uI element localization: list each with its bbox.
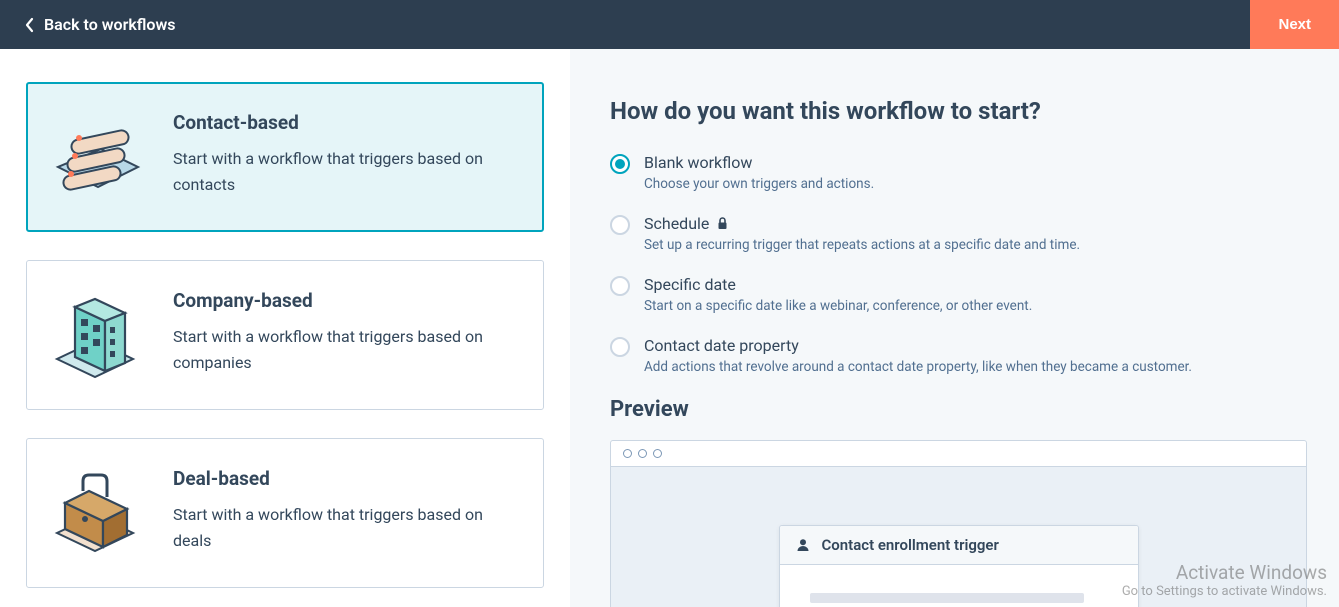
- radio-desc: Add actions that revolve around a contac…: [644, 359, 1307, 375]
- content: Contact-based Start with a workflow that…: [0, 49, 1339, 607]
- radio-body: Contact date property Add actions that r…: [644, 336, 1307, 375]
- back-to-workflows-link[interactable]: Back to workflows: [24, 15, 176, 34]
- next-button[interactable]: Next: [1250, 0, 1339, 49]
- companies-icon: [45, 289, 145, 381]
- deals-icon: [45, 467, 145, 559]
- radio-label-text: Specific date: [644, 275, 736, 294]
- card-body: Company-based Start with a workflow that…: [173, 289, 513, 375]
- option-schedule[interactable]: Schedule Set up a recurring trigger that…: [610, 214, 1307, 253]
- preview-heading: Preview: [610, 397, 1307, 422]
- card-title: Company-based: [173, 289, 513, 312]
- card-title: Deal-based: [173, 467, 513, 490]
- radio-desc: Set up a recurring trigger that repeats …: [644, 237, 1307, 253]
- radio-label: Schedule: [644, 214, 1307, 233]
- radio-label: Specific date: [644, 275, 1307, 294]
- trigger-title: Contact enrollment trigger: [822, 536, 999, 554]
- trigger-card: Contact enrollment trigger: [779, 525, 1139, 607]
- card-desc: Start with a workflow that triggers base…: [173, 146, 513, 197]
- radio-icon: [610, 337, 630, 357]
- browser-dot-icon: [638, 449, 647, 458]
- radio-label-text: Schedule: [644, 214, 709, 233]
- radio-icon: [610, 154, 630, 174]
- page-header: Back to workflows Next: [0, 0, 1339, 49]
- lock-icon: [717, 217, 728, 230]
- person-icon: [796, 538, 810, 552]
- card-desc: Start with a workflow that triggers base…: [173, 324, 513, 375]
- radio-label-text: Contact date property: [644, 336, 799, 355]
- preview-browser-dots: [611, 441, 1306, 467]
- radio-icon: [610, 215, 630, 235]
- workflow-type-list[interactable]: Contact-based Start with a workflow that…: [0, 49, 570, 607]
- option-contact-date-property[interactable]: Contact date property Add actions that r…: [610, 336, 1307, 375]
- right-panel: How do you want this workflow to start? …: [570, 49, 1339, 607]
- card-company-based[interactable]: Company-based Start with a workflow that…: [26, 260, 544, 410]
- radio-body: Blank workflow Choose your own triggers …: [644, 153, 1307, 192]
- back-label: Back to workflows: [44, 15, 176, 34]
- card-contact-based[interactable]: Contact-based Start with a workflow that…: [26, 82, 544, 232]
- option-specific-date[interactable]: Specific date Start on a specific date l…: [610, 275, 1307, 314]
- trigger-card-body: [780, 565, 1138, 607]
- placeholder-line: [810, 593, 1084, 603]
- browser-dot-icon: [623, 449, 632, 458]
- radio-desc: Start on a specific date like a webinar,…: [644, 298, 1307, 314]
- trigger-card-header: Contact enrollment trigger: [780, 526, 1138, 565]
- chevron-left-icon: [24, 17, 34, 33]
- card-body: Deal-based Start with a workflow that tr…: [173, 467, 513, 553]
- start-heading: How do you want this workflow to start?: [610, 97, 1307, 125]
- preview-box: Contact enrollment trigger: [610, 440, 1307, 607]
- card-desc: Start with a workflow that triggers base…: [173, 502, 513, 553]
- browser-dot-icon: [653, 449, 662, 458]
- card-title: Contact-based: [173, 111, 513, 134]
- contacts-icon: [45, 111, 145, 203]
- radio-label: Blank workflow: [644, 153, 1307, 172]
- option-blank-workflow[interactable]: Blank workflow Choose your own triggers …: [610, 153, 1307, 192]
- radio-desc: Choose your own triggers and actions.: [644, 176, 1307, 192]
- radio-body: Schedule Set up a recurring trigger that…: [644, 214, 1307, 253]
- radio-label-text: Blank workflow: [644, 153, 752, 172]
- card-deal-based[interactable]: Deal-based Start with a workflow that tr…: [26, 438, 544, 588]
- radio-label: Contact date property: [644, 336, 1307, 355]
- radio-body: Specific date Start on a specific date l…: [644, 275, 1307, 314]
- card-body: Contact-based Start with a workflow that…: [173, 111, 513, 197]
- radio-icon: [610, 276, 630, 296]
- preview-canvas: Contact enrollment trigger: [611, 467, 1306, 607]
